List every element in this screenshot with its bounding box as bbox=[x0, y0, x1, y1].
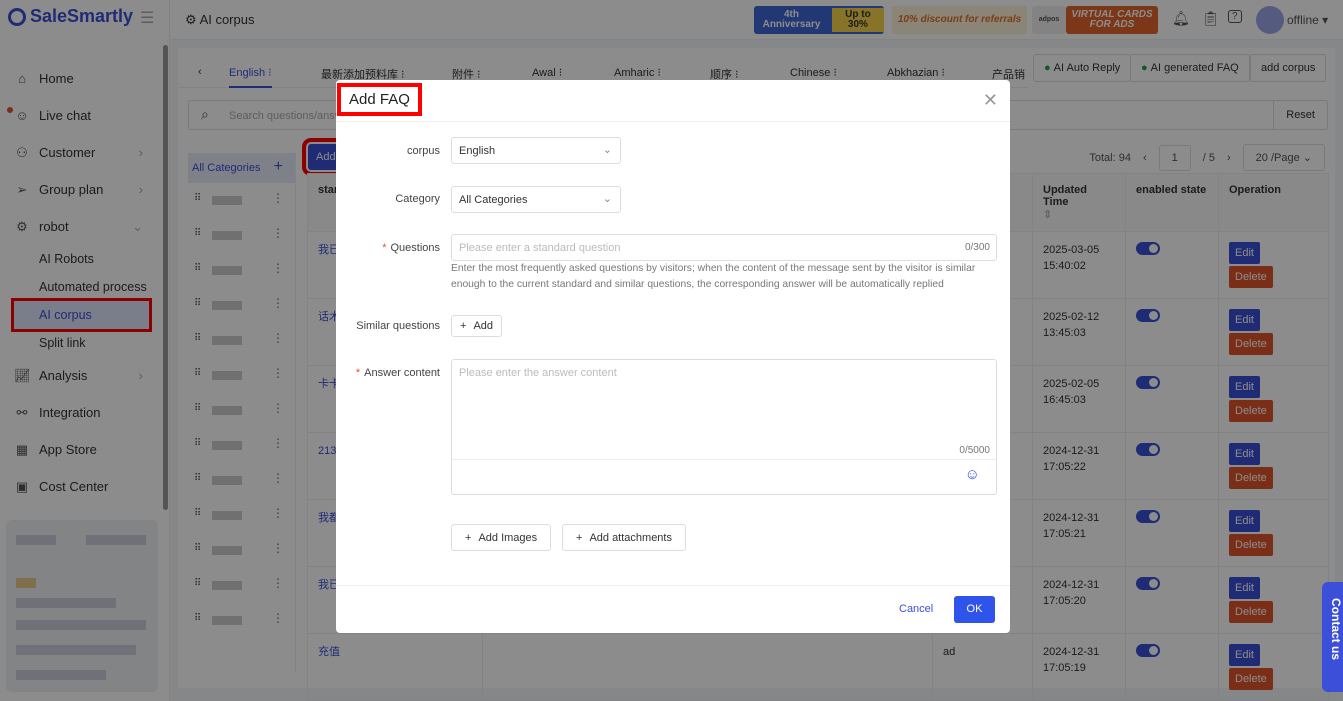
value: English bbox=[459, 145, 496, 157]
add-faq-modal: Add FAQ ✕ corpus English ⌄ Category All C… bbox=[336, 80, 1010, 633]
modal-title: Add FAQ bbox=[337, 83, 422, 116]
placeholder: Please enter a standard question bbox=[459, 242, 621, 254]
answer-textarea[interactable]: Please enter the answer content 0/5000 bbox=[452, 360, 996, 460]
questions-help: Enter the most frequently asked question… bbox=[451, 263, 976, 290]
label: Answer content bbox=[364, 367, 440, 379]
answer-editor[interactable]: Please enter the answer content 0/5000 ☺ bbox=[451, 359, 997, 495]
answer-label: * Answer content bbox=[355, 367, 440, 379]
category-label: Category bbox=[395, 193, 440, 205]
emoji-icon[interactable]: ☺ bbox=[965, 466, 980, 483]
placeholder: Please enter the answer content bbox=[459, 367, 617, 379]
cancel-button[interactable]: Cancel bbox=[899, 603, 933, 615]
close-icon[interactable]: ✕ bbox=[983, 90, 998, 111]
plus-icon: + bbox=[460, 320, 467, 332]
plus-icon: + bbox=[576, 531, 583, 544]
label: Add bbox=[473, 320, 494, 332]
chevron-down-icon: ⌄ bbox=[602, 144, 612, 156]
label: Questions bbox=[390, 242, 440, 254]
label: Add Images bbox=[478, 531, 538, 544]
plus-icon: + bbox=[465, 531, 472, 544]
char-count: 0/300 bbox=[964, 242, 990, 253]
corpus-select[interactable]: English ⌄ bbox=[451, 137, 621, 164]
similar-questions-label: Similar questions bbox=[356, 320, 440, 332]
chevron-down-icon: ⌄ bbox=[602, 193, 612, 205]
contact-us-button[interactable]: Contact us bbox=[1322, 582, 1343, 692]
modal-header: Add FAQ ✕ bbox=[336, 80, 1010, 122]
questions-input[interactable]: Please enter a standard question 0/300 bbox=[451, 234, 997, 261]
label: Add attachments bbox=[589, 531, 672, 544]
add-attachments-button[interactable]: + Add attachments bbox=[562, 524, 686, 551]
value: All Categories bbox=[459, 194, 528, 206]
corpus-label: corpus bbox=[406, 145, 440, 157]
questions-label: * Questions bbox=[382, 242, 440, 254]
char-count: 0/5000 bbox=[959, 445, 990, 456]
category-select[interactable]: All Categories ⌄ bbox=[451, 186, 621, 213]
modal-footer-divider bbox=[336, 585, 1010, 586]
ok-button[interactable]: OK bbox=[954, 596, 995, 623]
add-similar-button[interactable]: + Add bbox=[451, 315, 503, 337]
add-images-button[interactable]: + Add Images bbox=[451, 524, 552, 551]
